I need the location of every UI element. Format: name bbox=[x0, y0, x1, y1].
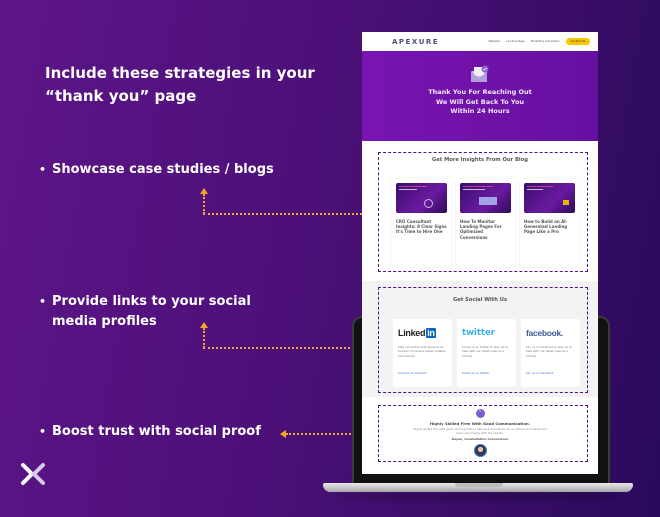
nav-link-landing-pages[interactable]: Landing Pages bbox=[506, 40, 525, 43]
connector-blog-horizontal bbox=[203, 213, 378, 215]
twitter-description: Follow us on twitter to stay up to date … bbox=[462, 345, 509, 358]
linkedin-link[interactable]: Connect on LinkedIn bbox=[398, 371, 447, 375]
thank-you-page-mockup: APEXURE Websites Landing Pages Marketing… bbox=[362, 32, 598, 474]
nav-link-websites[interactable]: Websites bbox=[488, 40, 500, 43]
hero-heading-line: We Will Get Back To You bbox=[435, 97, 525, 106]
blog-card[interactable]: How to Build an AI-Generated Landing Pag… bbox=[520, 179, 579, 267]
twitter-link[interactable]: Follow us on Twitter bbox=[462, 371, 511, 375]
facebook-card: facebook. Join us on facebook to stay up… bbox=[521, 319, 580, 387]
facebook-logo-icon: facebook. bbox=[526, 328, 563, 338]
arrow-up-icon bbox=[200, 322, 208, 328]
blog-thumbnail bbox=[460, 183, 511, 213]
laptop-shadow bbox=[335, 494, 625, 500]
linkedin-card: Linked in Stay connected with Apexure on … bbox=[393, 319, 452, 387]
social-section: Get Social With Us Linked in Stay connect… bbox=[362, 281, 598, 397]
blog-card[interactable]: CRO Consultant Insights: 8 Clear Signs I… bbox=[392, 179, 451, 267]
blog-section: Get More Insights From Our Blog CRO Cons… bbox=[362, 141, 598, 281]
facebook-link[interactable]: Join us on Facebook bbox=[526, 371, 575, 375]
testimonial-section: “ Highly Skilled Firm With Good Communic… bbox=[362, 397, 598, 474]
blog-card[interactable]: How To Monitor Landing Pages For Optimiz… bbox=[456, 179, 515, 267]
social-cards: Linked in Stay connected with Apexure on … bbox=[393, 319, 580, 387]
arrow-up-icon bbox=[200, 188, 208, 194]
blog-cards: CRO Consultant Insights: 8 Clear Signs I… bbox=[392, 179, 579, 267]
connector-social-vertical bbox=[203, 328, 205, 348]
bullet-social-proof: Boost trust with social proof bbox=[39, 422, 292, 442]
blog-thumbnail bbox=[524, 183, 575, 213]
linkedin-description: Stay connected with Apexure on LinkedIn … bbox=[398, 345, 446, 358]
laptop-notch bbox=[455, 483, 503, 487]
connector-blog-vertical bbox=[203, 194, 205, 214]
hero-heading-line: Thank You For Reaching Out bbox=[428, 88, 532, 96]
hero-section: Thank You For Reaching Out We Will Get B… bbox=[362, 51, 598, 141]
nav-link-marketing-automation[interactable]: Marketing Automation bbox=[531, 40, 560, 43]
hero-heading-line: Within 24 Hours bbox=[450, 107, 510, 115]
testimonial-highlight-outline bbox=[378, 405, 588, 462]
headline: Include these strategies in your “thank … bbox=[45, 64, 315, 105]
arrow-left-icon bbox=[280, 430, 286, 438]
bullet-social-links: Provide links to your social media profi… bbox=[39, 292, 282, 332]
twitter-logo-icon: twitter bbox=[462, 328, 495, 338]
bullet-showcase-blogs: Showcase case studies / blogs bbox=[39, 160, 312, 180]
nav-links: Websites Landing Pages Marketing Automat… bbox=[488, 38, 590, 45]
twitter-card: twitter Follow us on twitter to stay up … bbox=[457, 319, 516, 387]
linkedin-logo-icon: Linked in bbox=[398, 328, 436, 338]
envelope-check-icon bbox=[471, 65, 489, 82]
site-nav: APEXURE Websites Landing Pages Marketing… bbox=[362, 32, 598, 51]
blog-post-title[interactable]: How To Monitor Landing Pages For Optimiz… bbox=[460, 219, 511, 240]
site-brand-logo[interactable]: APEXURE bbox=[392, 38, 439, 46]
facebook-description: Join us on facebook to stay up to date w… bbox=[526, 345, 572, 358]
blog-post-title[interactable]: How to Build an AI-Generated Landing Pag… bbox=[524, 219, 575, 235]
blog-post-title[interactable]: CRO Consultant Insights: 8 Clear Signs I… bbox=[396, 219, 447, 235]
blog-thumbnail bbox=[396, 183, 447, 213]
apexure-x-logo-icon bbox=[21, 463, 45, 485]
contact-us-button[interactable]: Contact Us bbox=[565, 38, 590, 45]
